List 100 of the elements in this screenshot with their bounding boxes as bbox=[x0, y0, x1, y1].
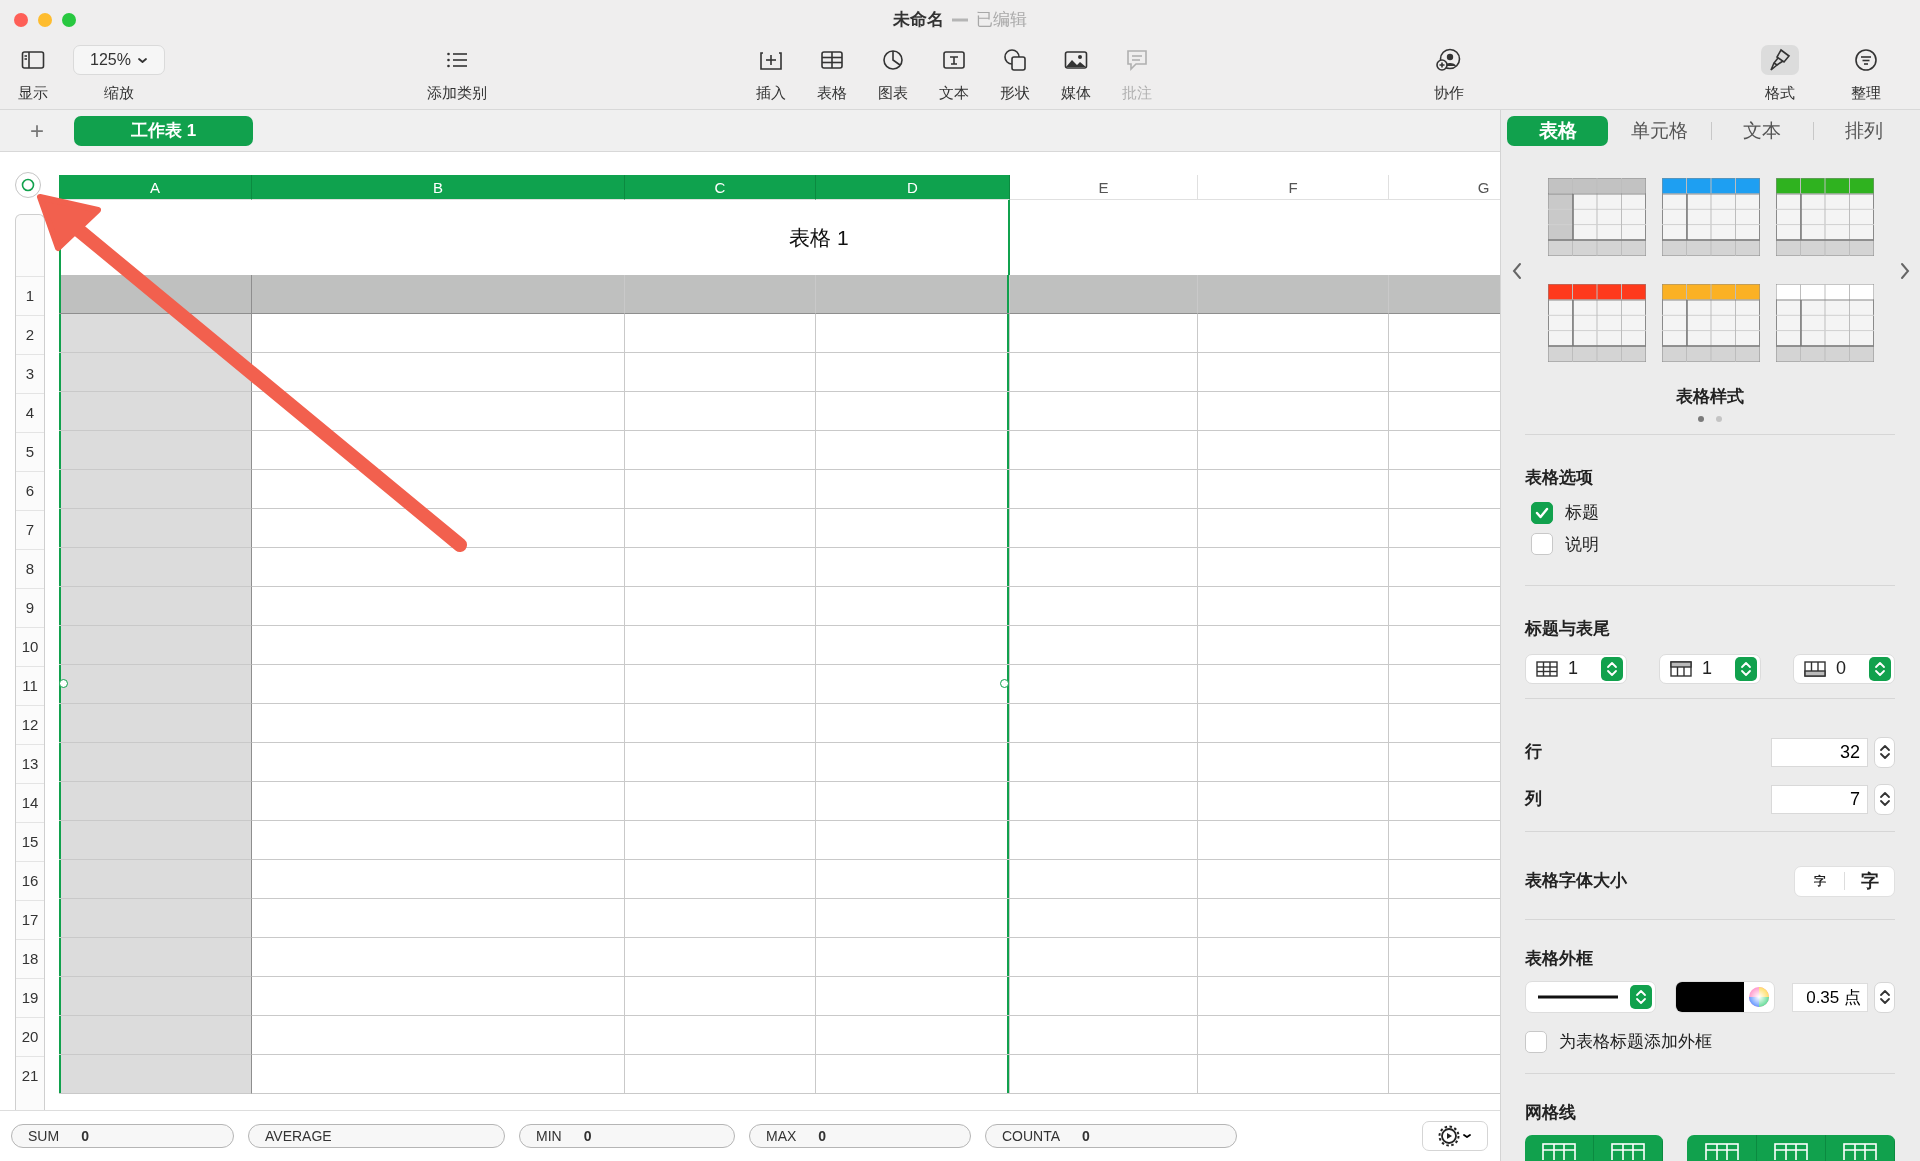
table-cell[interactable] bbox=[1198, 587, 1389, 626]
table-cell[interactable] bbox=[59, 431, 252, 470]
table-cell[interactable] bbox=[252, 314, 625, 353]
table-cell[interactable] bbox=[59, 626, 252, 665]
table-cell[interactable] bbox=[1198, 470, 1389, 509]
checkbox[interactable] bbox=[1531, 533, 1553, 556]
table-cell[interactable] bbox=[625, 665, 816, 704]
summary-pill[interactable]: SUM 0 bbox=[11, 1124, 234, 1148]
table-cell[interactable] bbox=[59, 1016, 252, 1055]
table-cell[interactable] bbox=[59, 392, 252, 431]
stepper[interactable] bbox=[1874, 981, 1895, 1013]
table-cell[interactable] bbox=[252, 821, 625, 860]
table-cell[interactable] bbox=[625, 587, 816, 626]
toolbar-button[interactable]: 格式 bbox=[1738, 40, 1822, 102]
table-cell[interactable] bbox=[252, 548, 625, 587]
table-cell[interactable] bbox=[1010, 392, 1198, 431]
toolbar-button[interactable]: 添加类别 bbox=[417, 40, 497, 102]
table-style-thumbnail[interactable] bbox=[1662, 284, 1760, 362]
table-cell[interactable] bbox=[252, 470, 625, 509]
checkbox[interactable] bbox=[1531, 501, 1553, 524]
table-cell[interactable] bbox=[625, 548, 816, 587]
table-cell[interactable] bbox=[1010, 821, 1198, 860]
table-cell[interactable] bbox=[816, 899, 1010, 938]
table-cell[interactable] bbox=[252, 275, 625, 314]
table-style-thumbnail[interactable] bbox=[1548, 284, 1646, 362]
table-cell[interactable] bbox=[1198, 704, 1389, 743]
table-cell[interactable] bbox=[816, 1055, 1010, 1094]
table-cell[interactable] bbox=[59, 665, 252, 704]
table-cell[interactable] bbox=[816, 431, 1010, 470]
color-well[interactable] bbox=[1675, 981, 1775, 1013]
table-cell[interactable] bbox=[1010, 899, 1198, 938]
number-field[interactable]: 7 bbox=[1771, 784, 1868, 814]
table-cell[interactable] bbox=[625, 743, 816, 782]
close-button[interactable] bbox=[14, 13, 28, 27]
table-cell[interactable] bbox=[816, 314, 1010, 353]
table-cell[interactable] bbox=[252, 1016, 625, 1055]
table-cell[interactable] bbox=[252, 977, 625, 1016]
table-cell[interactable] bbox=[1198, 392, 1389, 431]
table-cell[interactable] bbox=[252, 1055, 625, 1094]
table-cell[interactable] bbox=[1010, 743, 1198, 782]
table-cell[interactable] bbox=[59, 821, 252, 860]
table-select-handle[interactable] bbox=[15, 172, 41, 198]
table-cell[interactable] bbox=[1010, 470, 1198, 509]
summary-pill[interactable]: COUNTA 0 bbox=[985, 1124, 1237, 1148]
table-cell[interactable] bbox=[1198, 977, 1389, 1016]
table-cell[interactable] bbox=[816, 782, 1010, 821]
stepper[interactable] bbox=[1874, 736, 1895, 768]
table-cell[interactable] bbox=[625, 938, 816, 977]
table-cell[interactable] bbox=[1010, 977, 1198, 1016]
table-cell[interactable] bbox=[1010, 431, 1198, 470]
toolbar-button[interactable]: 整理 bbox=[1836, 40, 1896, 102]
table-cell[interactable] bbox=[1198, 899, 1389, 938]
table-cell[interactable] bbox=[625, 431, 816, 470]
table-cell[interactable] bbox=[816, 977, 1010, 1016]
table-cell[interactable] bbox=[1010, 587, 1198, 626]
table-cell[interactable] bbox=[252, 665, 625, 704]
table-cell[interactable] bbox=[1198, 782, 1389, 821]
table-cell[interactable] bbox=[252, 782, 625, 821]
stepper-field[interactable]: 0 bbox=[1793, 653, 1895, 684]
table-cell[interactable] bbox=[625, 1016, 816, 1055]
table-cell[interactable] bbox=[1010, 314, 1198, 353]
table-cell[interactable] bbox=[252, 626, 625, 665]
table-cell[interactable] bbox=[625, 470, 816, 509]
table-cell[interactable] bbox=[1010, 1055, 1198, 1094]
table-cell[interactable] bbox=[1010, 275, 1198, 314]
toolbar-button[interactable]: 媒体 bbox=[1047, 40, 1105, 102]
minimize-button[interactable] bbox=[38, 13, 52, 27]
table-cell[interactable] bbox=[252, 704, 625, 743]
table-cell[interactable] bbox=[816, 704, 1010, 743]
toolbar-button[interactable]: 表格 bbox=[803, 40, 861, 102]
table-cell[interactable] bbox=[816, 275, 1010, 314]
table-cell[interactable] bbox=[1198, 353, 1389, 392]
table-cell[interactable] bbox=[816, 470, 1010, 509]
table-cell[interactable] bbox=[252, 938, 625, 977]
table-cell[interactable] bbox=[252, 587, 625, 626]
add-sheet-button[interactable]: + bbox=[22, 118, 52, 143]
table-style-thumbnail[interactable] bbox=[1776, 178, 1874, 256]
table-cell[interactable] bbox=[625, 899, 816, 938]
table-cell[interactable] bbox=[816, 821, 1010, 860]
table-cell[interactable] bbox=[816, 1016, 1010, 1055]
inspector-tab[interactable]: 单元格 bbox=[1609, 116, 1711, 146]
table-cell[interactable] bbox=[59, 548, 252, 587]
table-cell[interactable] bbox=[1198, 860, 1389, 899]
table-cell[interactable] bbox=[252, 509, 625, 548]
table-cell[interactable] bbox=[1198, 821, 1389, 860]
table-cell[interactable] bbox=[1198, 314, 1389, 353]
toolbar-button[interactable]: 形状 bbox=[986, 40, 1044, 102]
table-cell[interactable] bbox=[625, 275, 816, 314]
stepper[interactable] bbox=[1874, 783, 1895, 815]
table-cell[interactable] bbox=[1198, 431, 1389, 470]
table-cell[interactable] bbox=[59, 353, 252, 392]
table-cell[interactable] bbox=[59, 860, 252, 899]
table-cell[interactable] bbox=[252, 431, 625, 470]
table-cell[interactable] bbox=[1010, 782, 1198, 821]
table-cell[interactable] bbox=[1010, 938, 1198, 977]
table-cell[interactable] bbox=[1010, 860, 1198, 899]
checkbox[interactable] bbox=[1525, 1030, 1547, 1053]
table-cell[interactable] bbox=[816, 938, 1010, 977]
table-cell[interactable] bbox=[1198, 1016, 1389, 1055]
summary-pill[interactable]: MAX 0 bbox=[749, 1124, 971, 1148]
